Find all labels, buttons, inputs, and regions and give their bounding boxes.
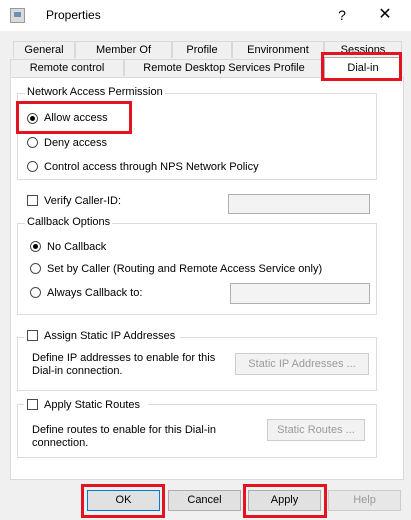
callback-options-legend: Callback Options [25,216,113,228]
tab-sessions[interactable]: Sessions [324,41,402,58]
tab-remote-control[interactable]: Remote control [10,59,124,76]
cancel-button[interactable]: Cancel [168,490,241,511]
static-routes-description-2: connection. [32,437,89,449]
deny-access-label[interactable]: Deny access [44,137,107,149]
always-callback-field[interactable] [230,283,370,304]
verify-caller-id-label[interactable]: Verify Caller-ID: [44,195,121,207]
static-ip-description-1: Define IP addresses to enable for this [32,352,216,364]
static-routes-button[interactable]: Static Routes ... [267,419,365,441]
assign-static-ip-label[interactable]: Assign Static IP Addresses [44,330,175,342]
no-callback-radio[interactable] [30,241,41,252]
tab-environment[interactable]: Environment [232,41,324,58]
tab-remote-desktop-services-profile[interactable]: Remote Desktop Services Profile [124,59,324,76]
deny-access-radio[interactable] [27,137,38,148]
properties-icon [10,8,25,23]
nps-policy-label[interactable]: Control access through NPS Network Polic… [44,161,259,173]
window-title: Properties [46,8,101,22]
network-access-legend: Network Access Permission [25,86,165,98]
ok-button[interactable]: OK [87,490,160,511]
close-icon[interactable]: ✕ [372,3,398,27]
apply-static-routes-checkbox[interactable] [27,399,38,410]
verify-caller-id-checkbox[interactable] [27,195,38,206]
help-icon[interactable]: ? [332,4,352,26]
tab-member-of[interactable]: Member Of [75,41,172,58]
tab-profile[interactable]: Profile [172,41,232,58]
static-routes-description-1: Define routes to enable for this Dial-in [32,424,217,436]
static-ip-description-2: Dial-in connection. [32,365,123,377]
help-button[interactable]: Help [328,490,401,511]
tab-dial-in[interactable]: Dial-in [324,57,402,79]
verify-caller-id-field[interactable] [228,194,370,214]
allow-access-label[interactable]: Allow access [44,112,108,124]
tab-general[interactable]: General [13,41,75,58]
always-callback-radio[interactable] [30,287,41,298]
no-callback-label[interactable]: No Callback [47,241,106,253]
nps-policy-radio[interactable] [27,161,38,172]
allow-access-radio[interactable] [27,113,38,124]
apply-static-routes-label[interactable]: Apply Static Routes [44,399,140,411]
assign-static-ip-checkbox[interactable] [27,330,38,341]
set-by-caller-radio[interactable] [30,263,41,274]
set-by-caller-label[interactable]: Set by Caller (Routing and Remote Access… [47,263,322,275]
static-ip-addresses-button[interactable]: Static IP Addresses ... [235,353,369,375]
always-callback-label[interactable]: Always Callback to: [47,287,142,299]
apply-button[interactable]: Apply [248,490,321,511]
